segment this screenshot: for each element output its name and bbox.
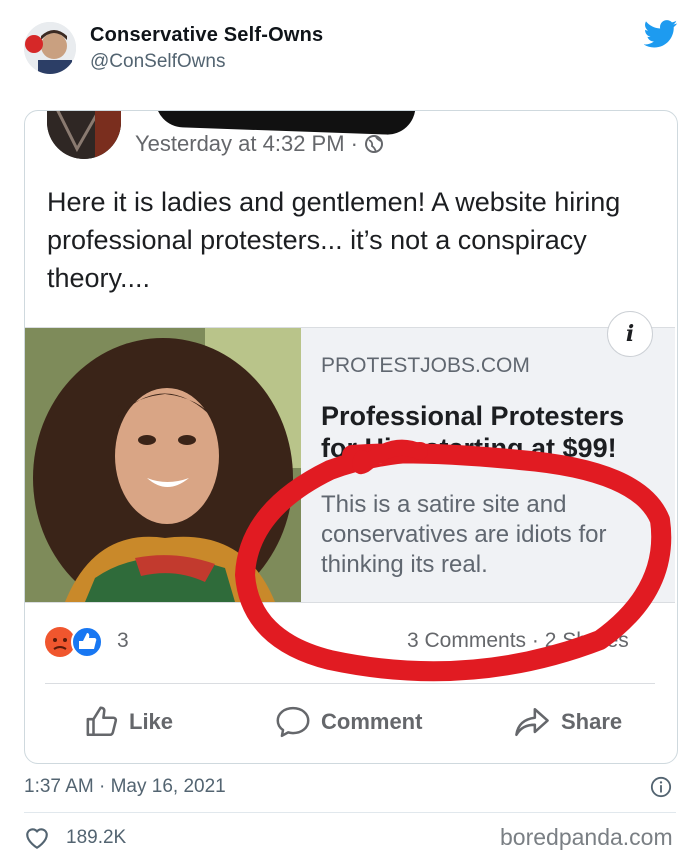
link-description: This is a satire site and conservatives … bbox=[321, 491, 607, 578]
post-text: Here it is ladies and gentlemen! A websi… bbox=[47, 187, 621, 293]
share-label: Share bbox=[561, 709, 623, 734]
comment-bubble-icon bbox=[276, 706, 310, 738]
avatar[interactable] bbox=[24, 22, 76, 74]
like-label: Like bbox=[129, 709, 174, 734]
heart-icon[interactable] bbox=[24, 826, 50, 850]
link-title[interactable]: Professional Protesters for Hire startin… bbox=[321, 400, 651, 464]
link-preview-info: PROTESTJOBS.COM Professional Protesters … bbox=[301, 328, 675, 602]
info-icon[interactable]: i bbox=[607, 311, 653, 357]
globe-icon bbox=[365, 135, 384, 153]
post-time: Yesterday at 4:32 PM · bbox=[135, 131, 384, 157]
link-domain: PROTESTJOBS.COM bbox=[321, 354, 530, 377]
tweet-timestamp[interactable]: 1:37 AM · May 16, 2021 bbox=[24, 776, 226, 798]
twitter-bird-icon[interactable] bbox=[644, 20, 678, 48]
thumbs-up-icon bbox=[86, 706, 118, 737]
comments-shares-stats[interactable]: 3 Comments · 2 Shares bbox=[407, 629, 629, 653]
display-name[interactable]: Conservative Self-Owns bbox=[90, 24, 323, 47]
watermark: boredpanda.com bbox=[500, 824, 673, 850]
handle[interactable]: @ConSelfOwns bbox=[90, 51, 225, 73]
like-button[interactable]: Like bbox=[85, 697, 173, 747]
divider bbox=[24, 812, 676, 813]
like-count-text: 189.2K bbox=[66, 827, 127, 848]
comment-button[interactable]: Comment bbox=[275, 697, 422, 747]
info-icon[interactable] bbox=[650, 776, 672, 798]
post-time-text: Yesterday at 4:32 PM · bbox=[135, 131, 365, 156]
reaction-icons[interactable] bbox=[43, 625, 113, 659]
comment-label: Comment bbox=[321, 709, 423, 734]
like-count[interactable]: 189.2K bbox=[24, 826, 126, 850]
share-arrow-icon bbox=[515, 707, 549, 737]
tweet-header: Conservative Self-Owns @ConSelfOwns bbox=[0, 0, 700, 100]
embedded-facebook-post: Yesterday at 4:32 PM · Here it is ladies… bbox=[24, 110, 678, 764]
reaction-count: 3 bbox=[117, 629, 129, 652]
share-button[interactable]: Share bbox=[513, 697, 622, 747]
link-preview-photo bbox=[25, 328, 301, 602]
divider bbox=[45, 683, 655, 684]
link-preview-card[interactable]: PROTESTJOBS.COM Professional Protesters … bbox=[25, 327, 675, 603]
poster-avatar bbox=[47, 111, 121, 159]
